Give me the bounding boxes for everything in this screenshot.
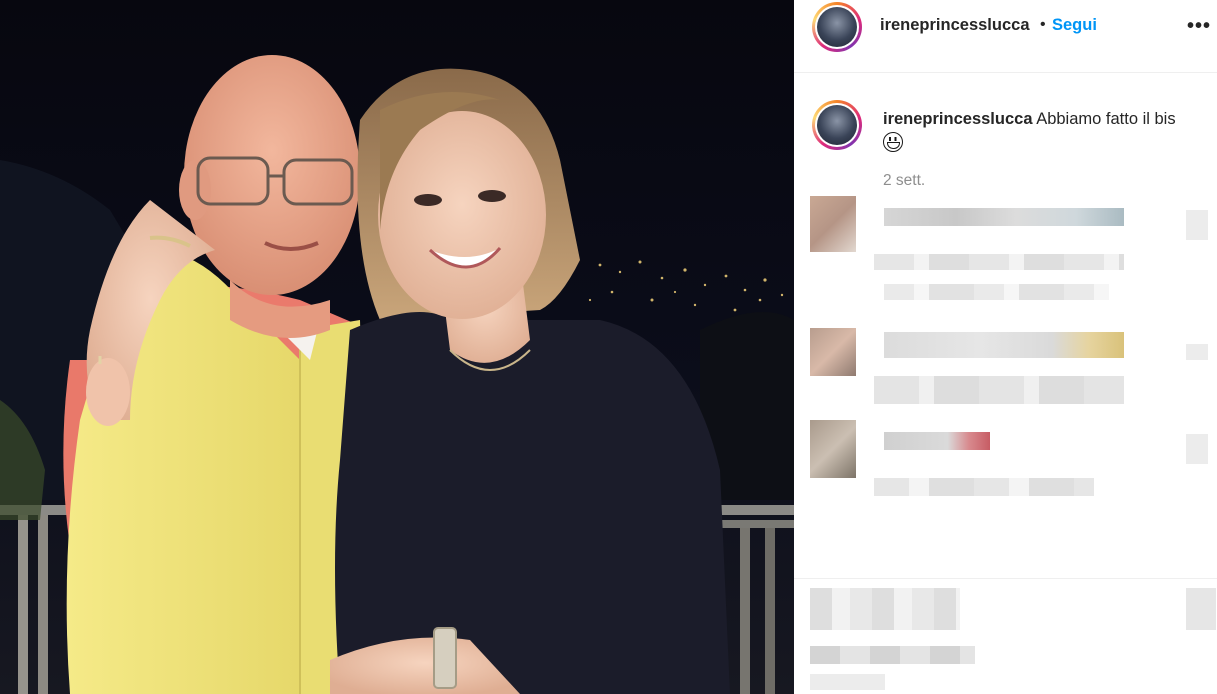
redacted-text: [884, 208, 1124, 226]
likes-count: [810, 646, 975, 664]
caption-body: Abbiamo fatto il bis: [1036, 110, 1176, 128]
avatar-image: [817, 105, 857, 145]
username-link[interactable]: ireneprincesslucca: [880, 16, 1030, 35]
avatar[interactable]: [812, 2, 862, 52]
redacted-text: [874, 376, 1124, 404]
avatar[interactable]: [810, 196, 856, 252]
separator-dot: •: [1040, 16, 1046, 33]
actions-divider: [794, 578, 1217, 579]
save-icon[interactable]: [1186, 588, 1216, 630]
caption-username-link[interactable]: ireneprincesslucca: [883, 110, 1033, 128]
follow-button[interactable]: Segui: [1052, 16, 1097, 35]
post-date: [810, 674, 885, 690]
more-options-icon[interactable]: •••: [1187, 14, 1215, 38]
redacted-text: [884, 284, 1109, 300]
caption-avatar[interactable]: [812, 100, 862, 150]
post-image: [0, 0, 794, 694]
grinning-face-icon: [883, 132, 903, 152]
post-timestamp[interactable]: 2 sett.: [883, 172, 925, 190]
post-header: ireneprincesslucca • Segui •••: [794, 0, 1217, 73]
avatar[interactable]: [810, 420, 856, 478]
like-icon[interactable]: [1186, 344, 1208, 360]
like-icon[interactable]: [1186, 210, 1208, 240]
avatar[interactable]: [810, 328, 856, 376]
redacted-text: [874, 478, 1094, 496]
post-side-panel: ireneprincesslucca • Segui ••• ireneprin…: [794, 0, 1217, 694]
post-photo[interactable]: [0, 0, 794, 694]
redacted-text: [884, 332, 1124, 358]
avatar-image: [817, 7, 857, 47]
caption-text: ireneprincesslucca Abbiamo fatto il bis: [883, 107, 1193, 155]
action-icons[interactable]: [810, 588, 960, 630]
redacted-text: [874, 254, 1124, 270]
like-icon[interactable]: [1186, 434, 1208, 464]
redacted-text: [884, 432, 990, 450]
